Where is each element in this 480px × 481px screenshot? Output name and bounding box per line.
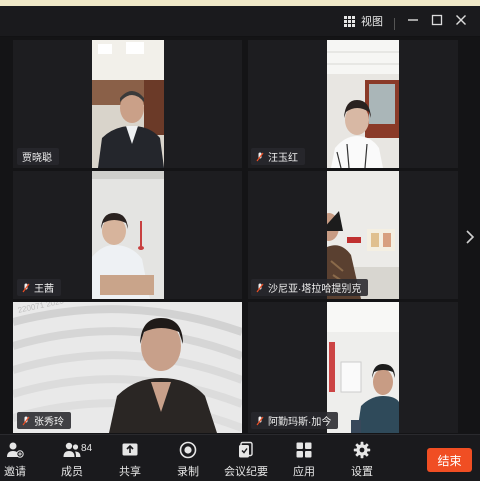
end-meeting-button[interactable]: 结束 (427, 448, 472, 472)
participant-name-tag: 汪玉红 (251, 148, 305, 165)
title-bar: 视图 (0, 6, 480, 36)
members-icon (63, 442, 81, 457)
settings-button[interactable]: 设置 (336, 441, 388, 479)
participant-video (92, 171, 164, 299)
view-button[interactable]: 视图 (344, 12, 383, 30)
chevron-right-icon[interactable] (462, 226, 478, 248)
participant-tile[interactable]: 沙尼亚·塔拉哈提别克 (248, 171, 458, 299)
minimize-icon[interactable] (405, 12, 421, 28)
participant-name-tag: 沙尼亚·塔拉哈提别克 (251, 279, 369, 296)
meeting-minutes-button[interactable]: 会议纪要 (220, 441, 272, 479)
apps-icon (296, 442, 312, 458)
share-screen-icon (122, 443, 138, 456)
mic-muted-icon (22, 416, 30, 425)
maximize-icon[interactable] (429, 12, 445, 28)
mic-muted-icon (256, 416, 264, 425)
grid-icon (344, 15, 355, 27)
mic-muted-icon (256, 152, 264, 161)
mic-muted-icon (22, 283, 30, 292)
record-icon (179, 441, 197, 459)
participant-video (327, 40, 399, 168)
share-button[interactable]: 共享 (104, 441, 156, 479)
participant-name-tag: 阿勤玛斯·加今 (251, 412, 339, 429)
close-icon[interactable] (453, 12, 469, 28)
gear-icon (353, 441, 371, 459)
mic-muted-icon (256, 283, 264, 292)
invite-button[interactable]: 邀请 (0, 441, 41, 479)
minutes-icon (239, 441, 253, 458)
participant-tile[interactable]: 贾晓聪 (13, 40, 242, 168)
titlebar-divider (394, 18, 395, 30)
participant-name-tag: 贾晓聪 (17, 148, 59, 165)
participant-tile[interactable]: 阿勤玛斯·加今 (248, 302, 458, 433)
add-person-icon (7, 442, 24, 458)
view-label: 视图 (361, 16, 383, 28)
video-grid: 贾晓聪 汪玉红 王茜 沙尼亚·塔拉哈提别克 张秀玲 阿勤玛斯·加今 (0, 37, 480, 434)
meeting-toolbar: 邀请 成员 84 共享 录制 会议纪要 应用 设置 (0, 434, 480, 481)
participant-tile[interactable]: 220071 2023 -02- 14 张秀玲 (13, 302, 242, 433)
member-count: 84 (81, 443, 93, 454)
participant-name-tag: 王茜 (17, 279, 61, 296)
record-button[interactable]: 录制 (162, 441, 214, 479)
participant-video (92, 40, 164, 168)
participant-name-tag: 张秀玲 (17, 412, 71, 429)
apps-button[interactable]: 应用 (278, 441, 330, 479)
participant-tile[interactable]: 王茜 (13, 171, 242, 299)
participant-tile[interactable]: 汪玉红 (248, 40, 458, 168)
